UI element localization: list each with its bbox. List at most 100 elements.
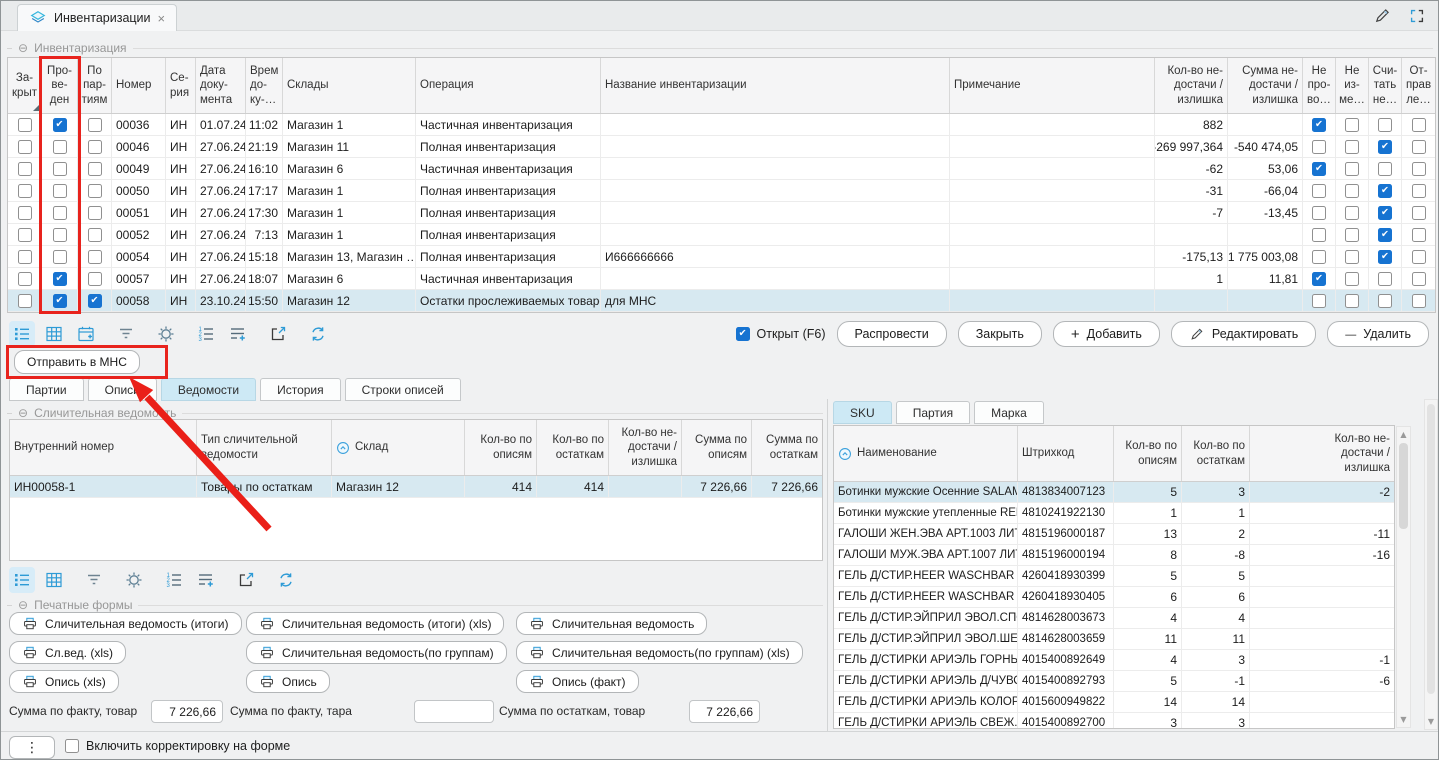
reload-icon[interactable] bbox=[305, 321, 331, 347]
not-posted-checkbox[interactable] bbox=[1312, 184, 1326, 198]
col-internal-number[interactable]: Внутренний номер bbox=[10, 420, 197, 475]
col-warehouses[interactable]: Склады bbox=[283, 58, 416, 113]
sent-checkbox[interactable] bbox=[1412, 228, 1426, 242]
posted-checkbox[interactable] bbox=[53, 140, 67, 154]
col-sum-by-stock[interactable]: Сумма по остаткам bbox=[752, 420, 822, 475]
inventory-row[interactable]: 00036 ИН 01.07.24 11:02 Магазин 1 Частич… bbox=[8, 114, 1435, 136]
correction-control[interactable]: Включить корректировку на форме bbox=[65, 739, 290, 753]
count-not-checkbox[interactable] bbox=[1378, 294, 1392, 308]
count-not-checkbox[interactable] bbox=[1378, 206, 1392, 220]
not-changed-checkbox[interactable] bbox=[1345, 294, 1359, 308]
open-f6-checkbox[interactable] bbox=[736, 327, 750, 341]
col-qty-by-stock[interactable]: Кол-во по остаткам bbox=[537, 420, 609, 475]
inventory-row[interactable]: 00054 ИН 27.06.24 15:18 Магазин 13, Мага… bbox=[8, 246, 1435, 268]
not-changed-checkbox[interactable] bbox=[1345, 250, 1359, 264]
correction-checkbox[interactable] bbox=[65, 739, 79, 753]
col-qty-shortage[interactable]: Кол-во не- достачи / излишка bbox=[1155, 58, 1228, 113]
by-parties-checkbox[interactable] bbox=[88, 294, 102, 308]
inventory-row[interactable]: 00050 ИН 27.06.24 17:17 Магазин 1 Полная… bbox=[8, 180, 1435, 202]
closed-checkbox[interactable] bbox=[18, 140, 32, 154]
count-not-checkbox[interactable] bbox=[1378, 162, 1392, 176]
posted-checkbox[interactable] bbox=[53, 272, 67, 286]
closed-checkbox[interactable] bbox=[18, 228, 32, 242]
print-sheet-groups-button[interactable]: Сличительная ведомость(по группам) bbox=[246, 641, 507, 664]
col-closed[interactable]: За- крыт bbox=[8, 58, 42, 113]
closed-checkbox[interactable] bbox=[18, 294, 32, 308]
list-view-icon[interactable] bbox=[9, 321, 35, 347]
tab-parties[interactable]: Партии bbox=[9, 378, 84, 401]
tab-close-icon[interactable] bbox=[158, 11, 166, 26]
add-row-icon[interactable] bbox=[193, 567, 219, 593]
collapse-icon[interactable] bbox=[18, 39, 28, 57]
posted-checkbox[interactable] bbox=[53, 184, 67, 198]
inventory-row[interactable]: 00049 ИН 27.06.24 16:10 Магазин 6 Частич… bbox=[8, 158, 1435, 180]
col-qty-by-stock[interactable]: Кол-во по остаткам bbox=[1182, 426, 1250, 481]
print-opis-fact-button[interactable]: Опись (факт) bbox=[516, 670, 639, 693]
calendar-add-icon[interactable] bbox=[73, 321, 99, 347]
closed-checkbox[interactable] bbox=[18, 118, 32, 132]
not-posted-checkbox[interactable] bbox=[1312, 272, 1326, 286]
print-opis-xls-button[interactable]: Опись (xls) bbox=[9, 670, 119, 693]
inventory-row[interactable]: 00051 ИН 27.06.24 17:30 Магазин 1 Полная… bbox=[8, 202, 1435, 224]
col-qty-shortage[interactable]: Кол-во не- достачи / излишка bbox=[1250, 426, 1394, 481]
col-sent[interactable]: От- прав ле… bbox=[1402, 58, 1435, 113]
closed-checkbox[interactable] bbox=[18, 162, 32, 176]
tab-party[interactable]: Партия bbox=[896, 401, 970, 424]
not-changed-checkbox[interactable] bbox=[1345, 272, 1359, 286]
by-parties-checkbox[interactable] bbox=[88, 206, 102, 220]
posted-checkbox[interactable] bbox=[53, 228, 67, 242]
sku-row[interactable]: Ботинки мужские утепленные REBE… 4810241… bbox=[834, 503, 1394, 524]
not-posted-checkbox[interactable] bbox=[1312, 250, 1326, 264]
col-not-changed[interactable]: Не из- ме… bbox=[1336, 58, 1369, 113]
sheet-row[interactable]: ИН00058-1 Товары по остаткам Магазин 12 … bbox=[10, 476, 822, 498]
closed-checkbox[interactable] bbox=[18, 250, 32, 264]
by-parties-checkbox[interactable] bbox=[88, 118, 102, 132]
by-parties-checkbox[interactable] bbox=[88, 140, 102, 154]
closed-checkbox[interactable] bbox=[18, 184, 32, 198]
posted-checkbox[interactable] bbox=[53, 294, 67, 308]
open-f6-control[interactable]: Открыт (F6) bbox=[736, 327, 826, 341]
col-name[interactable]: Наименование bbox=[834, 426, 1018, 481]
numbered-list-icon[interactable] bbox=[193, 321, 219, 347]
sent-checkbox[interactable] bbox=[1412, 250, 1426, 264]
sku-table-scrollbar[interactable]: ▲ ▼ bbox=[1396, 426, 1411, 728]
closed-checkbox[interactable] bbox=[18, 272, 32, 286]
tab-history[interactable]: История bbox=[260, 378, 341, 401]
col-qty-by-lists[interactable]: Кол-во по описям bbox=[465, 420, 537, 475]
col-qty-by-lists[interactable]: Кол-во по описям bbox=[1114, 426, 1182, 481]
count-not-checkbox[interactable] bbox=[1378, 184, 1392, 198]
print-sheet-totals-button[interactable]: Сличительная ведомость (итоги) bbox=[9, 612, 242, 635]
grid-view-icon[interactable] bbox=[41, 321, 67, 347]
col-inventory-name[interactable]: Название инвентаризации bbox=[601, 58, 950, 113]
tab-marka[interactable]: Марка bbox=[974, 401, 1044, 424]
col-series[interactable]: Се- рия bbox=[166, 58, 196, 113]
print-opis-button[interactable]: Опись bbox=[246, 670, 330, 693]
maximize-icon[interactable] bbox=[1408, 7, 1426, 25]
not-changed-checkbox[interactable] bbox=[1345, 118, 1359, 132]
inventory-row[interactable]: 00057 ИН 27.06.24 18:07 Магазин 6 Частич… bbox=[8, 268, 1435, 290]
posted-checkbox[interactable] bbox=[53, 162, 67, 176]
by-parties-checkbox[interactable] bbox=[88, 184, 102, 198]
posted-checkbox[interactable] bbox=[53, 250, 67, 264]
reload-icon[interactable] bbox=[273, 567, 299, 593]
sku-row[interactable]: ГЕЛЬ Д/СТИРКИ АРИЭЛЬ Д/ЧУВСТВ.… 40154008… bbox=[834, 671, 1394, 692]
inventory-row[interactable]: 00052 ИН 27.06.24 7:13 Магазин 1 Полная … bbox=[8, 224, 1435, 246]
scrollbar-thumb[interactable] bbox=[1427, 404, 1435, 694]
close-doc-button[interactable]: Закрыть bbox=[958, 321, 1042, 347]
send-to-mns-button[interactable]: Отправить в МНС bbox=[14, 350, 140, 374]
count-not-checkbox[interactable] bbox=[1378, 272, 1392, 286]
by-parties-checkbox[interactable] bbox=[88, 228, 102, 242]
sent-checkbox[interactable] bbox=[1412, 118, 1426, 132]
not-posted-checkbox[interactable] bbox=[1312, 118, 1326, 132]
not-changed-checkbox[interactable] bbox=[1345, 228, 1359, 242]
menu-kebab-button[interactable] bbox=[9, 736, 55, 759]
col-posted[interactable]: Про- ве- ден bbox=[42, 58, 78, 113]
edit-pencil-icon[interactable] bbox=[1373, 6, 1392, 25]
not-changed-checkbox[interactable] bbox=[1345, 162, 1359, 176]
open-external-icon[interactable] bbox=[233, 567, 259, 593]
settings-gear-icon[interactable] bbox=[121, 567, 147, 593]
not-posted-checkbox[interactable] bbox=[1312, 140, 1326, 154]
inventory-row[interactable]: 00046 ИН 27.06.24 21:19 Магазин 11 Полна… bbox=[8, 136, 1435, 158]
sku-row[interactable]: ГЕЛЬ Д/СТИР.ЭЙПРИЛ ЭВОЛ.СПОРТ… 481462800… bbox=[834, 608, 1394, 629]
sent-checkbox[interactable] bbox=[1412, 272, 1426, 286]
